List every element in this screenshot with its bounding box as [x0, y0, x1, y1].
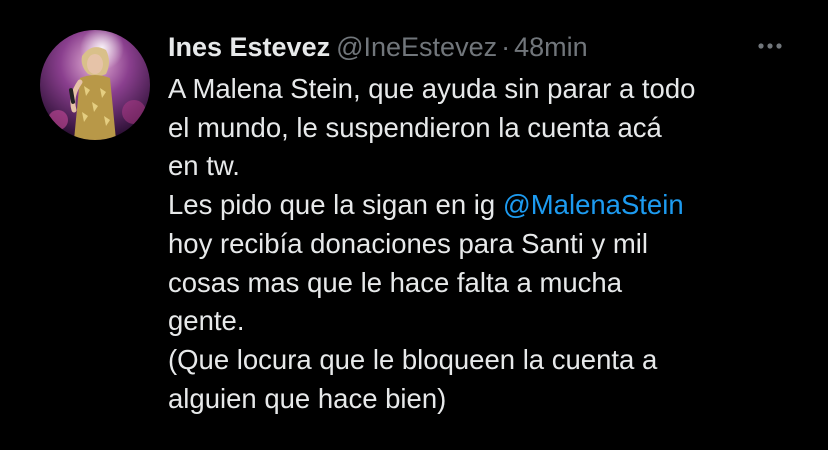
author-handle[interactable]: @IneEstevez	[336, 32, 497, 62]
tweet-text: A Malena Stein, que ayuda sin parar a to…	[168, 70, 808, 418]
tweet-timestamp[interactable]: 48min	[514, 32, 588, 62]
tweet-text-line: en tw.	[168, 150, 240, 182]
tweet-text-line: alguien que hace bien)	[168, 382, 447, 414]
tweet-text-segment: Les pido que la sigan en ig	[168, 189, 503, 221]
mention-link[interactable]: @MalenaStein	[503, 189, 684, 220]
tweet-text-line: hoy recibía donaciones para Santi y mil	[168, 227, 648, 259]
tweet: Ines Estevez @IneEstevez · 48min A Malena S…	[0, 0, 828, 450]
more-options-button[interactable]	[752, 34, 788, 58]
author-display-name[interactable]: Ines Estevez	[168, 32, 330, 62]
avatar[interactable]	[40, 30, 150, 140]
tweet-text-line: el mundo, le suspendieron la cuenta acá	[168, 111, 662, 143]
tweet-text-line: Les pido que la sigan en ig @MalenaStein	[168, 186, 808, 225]
tweet-text-line: (Que locura que le bloqueen la cuenta a	[168, 343, 658, 375]
separator-dot: ·	[501, 32, 511, 62]
tweet-text-line: cosas mas que le hace falta a mucha	[168, 266, 623, 298]
tweet-header: Ines Estevez @IneEstevez · 48min	[168, 27, 588, 67]
tweet-text-line: A Malena Stein, que ayuda sin parar a to…	[168, 73, 696, 104]
tweet-text-line: gente.	[168, 305, 245, 337]
more-options-icon	[758, 43, 782, 49]
avatar-photo-icon	[40, 30, 150, 140]
